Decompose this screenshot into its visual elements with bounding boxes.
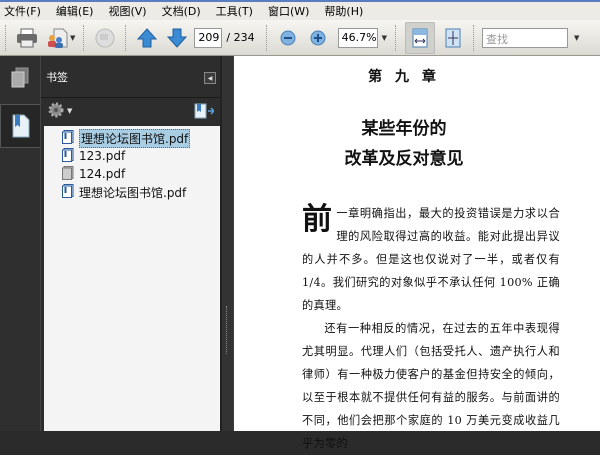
pdf-file-icon [62,183,74,201]
page-total: / 234 [226,31,255,44]
page-number-input[interactable]: 209 [194,27,223,48]
divider [265,24,268,51]
chapter-title-line1: 某些年份的 [361,119,447,139]
menu-bar: 文件(F) 编辑(E) 视图(V) 文档(D) 工具(T) 窗口(W) 帮助(H… [0,0,600,20]
bookmark-item[interactable]: 124.pdf [44,165,221,183]
arrow-up-icon [137,27,158,47]
print-button[interactable] [15,26,39,50]
toolbar: ▼ 209 / 234 46.7% ▼ 查找 ▼ [0,20,600,56]
menu-edit[interactable]: 编辑(E) [56,3,94,19]
paragraph: 还有一种相反的情况，在过去的五年中表现得尤其明显。代理人们（包括受托人、遗产执行… [302,322,560,450]
next-page-button[interactable] [165,26,189,50]
chevron-down-icon[interactable]: ▼ [70,34,75,42]
globe-icon [95,28,115,47]
bookmarks-button[interactable] [0,104,40,148]
new-bookmark-icon[interactable] [194,103,216,122]
divider [5,24,7,51]
zoom-level-input[interactable]: 46.7% [337,27,378,48]
body-text: 前一章明确指出，最大的投资错误是力求以合理的风险取得过高的收益。能对此提出异议的… [302,202,560,455]
fit-width-icon [412,28,428,47]
drop-cap: 前 [302,202,333,237]
divider [472,24,475,51]
chapter-heading: 第 九 章 [368,69,440,85]
share-users-icon [48,28,68,48]
menu-help[interactable]: 帮助(H) [324,3,363,19]
splitter-grip[interactable] [226,306,229,354]
fit-page-icon [445,28,461,47]
zoom-out-button[interactable] [276,26,300,50]
menu-view[interactable]: 视图(V) [108,3,146,19]
document-page: 第 九 章 某些年份的 改革及反对意见 前一章明确指出，最大的投资错误是力求以合… [234,56,600,450]
bookmark-item[interactable]: 123.pdf [44,147,221,165]
fit-width-button[interactable] [404,21,435,54]
options-gear-icon[interactable] [47,101,65,122]
bookmark-item[interactable]: 理想论坛图书馆.pdf [44,183,221,201]
divider [83,24,85,51]
arrow-down-icon [167,28,188,48]
pdf-file-icon [62,147,74,165]
plus-circle-icon [310,30,326,45]
pdf-file-grey-icon [62,165,74,183]
bookmarks-panel: 书签 ◀ ▼ 理想论坛图书馆.pdf 123.pdf 124.pdf 理想论坛图… [40,56,221,431]
panel-splitter[interactable] [220,56,234,431]
bookmark-list: 理想论坛图书馆.pdf 123.pdf 124.pdf 理想论坛图书馆.pdf [44,126,221,431]
find-input[interactable]: 查找 [481,27,568,48]
printer-icon [17,28,37,47]
collaborate-button[interactable] [45,26,69,50]
paragraph: 一章明确指出，最大的投资错误是力求以合理的风险取得过高的收益。能对此提出异议的人… [302,207,560,312]
minus-circle-icon [280,30,296,45]
pages-button[interactable] [0,56,40,100]
divider [125,24,127,51]
menu-file[interactable]: 文件(F) [4,3,41,19]
zoom-in-button[interactable] [306,26,330,50]
fit-page-button[interactable] [441,26,465,50]
navigation-strip [0,56,40,431]
chevron-down-icon[interactable]: ▼ [574,34,579,42]
divider [394,24,397,51]
pages-icon [11,67,29,88]
menu-document[interactable]: 文档(D) [162,3,201,19]
web-button[interactable] [93,26,117,50]
bookmark-item[interactable]: 理想论坛图书馆.pdf [44,128,221,148]
chevron-down-icon[interactable]: ▼ [67,107,72,115]
panel-title: 书签 [46,70,68,84]
chevron-down-icon[interactable]: ▼ [382,34,387,42]
menu-window[interactable]: 窗口(W) [268,3,309,19]
pdf-file-icon [62,129,74,147]
bookmark-icon [12,114,29,138]
collapse-panel-button[interactable]: ◀ [204,72,216,84]
chapter-title-line2: 改革及反对意见 [344,149,464,169]
previous-page-button[interactable] [135,26,159,50]
menu-tools[interactable]: 工具(T) [216,3,253,19]
